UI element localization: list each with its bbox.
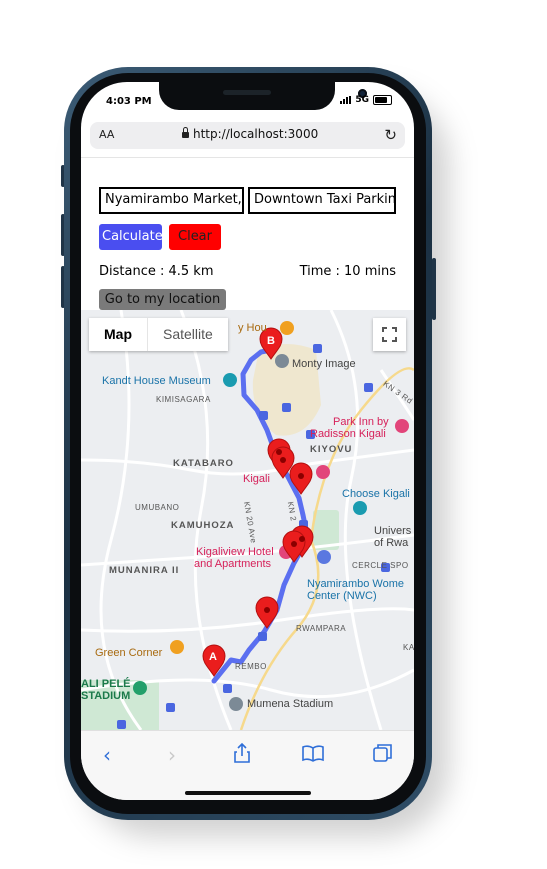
- map-label-ka: KA: [403, 643, 414, 652]
- map-label-apartments: and Apartments: [194, 558, 272, 570]
- map-label-green-corner: Green Corner: [95, 647, 163, 659]
- map-label-monty-image: Monty Image: [292, 358, 356, 370]
- map-label-radisson: Radisson Kigali: [310, 428, 386, 440]
- address-bar[interactable]: AA http://localhost:3000 ↻: [90, 122, 405, 149]
- lock-icon: [182, 127, 189, 138]
- map-label-kamuhoza: KAMUHOZA: [171, 520, 235, 531]
- map-label-pele-1: ALI PELÉ: [81, 678, 131, 690]
- map-type-control: Map Satellite: [89, 318, 228, 351]
- map-tab[interactable]: Map: [89, 318, 147, 351]
- map-label-kimisagara: KIMISAGARA: [156, 395, 211, 404]
- map-label-umubano: UMUBANO: [135, 503, 180, 512]
- status-time: 4:03 PM: [106, 96, 152, 107]
- browser-toolbar: ‹ ›: [81, 730, 414, 800]
- notch: [159, 82, 367, 110]
- network-type: 5G: [355, 95, 369, 105]
- forward-icon[interactable]: ›: [168, 743, 176, 767]
- map-label-choose-kigali: Choose Kigali: [342, 488, 410, 500]
- map-label-house: y Hou: [238, 322, 267, 334]
- side-button: [432, 258, 436, 320]
- destination-input[interactable]: Downtown Taxi Parking: [248, 187, 396, 214]
- map-label-mumena: Mumena Stadium: [247, 698, 334, 710]
- share-icon[interactable]: [232, 742, 252, 764]
- map-label-kigali: Kigali: [243, 473, 270, 485]
- go-to-location-button[interactable]: Go to my location: [99, 289, 226, 310]
- back-icon[interactable]: ‹: [103, 743, 111, 767]
- map-label-nwc-2: Center (NWC): [307, 590, 377, 602]
- map-view[interactable]: B A Map Satellite y Hou Monty Image Kand…: [81, 310, 414, 730]
- calculate-button[interactable]: Calculate: [99, 224, 163, 250]
- marker-a-label: A: [209, 651, 217, 663]
- map-label-nwc-1: Nyamirambo Wome: [307, 578, 404, 590]
- status-right: 5G: [340, 95, 392, 105]
- map-label-of-rwa: of Rwa: [374, 537, 409, 549]
- map-label-kandt-house: Kandt House Museum: [102, 375, 211, 387]
- map-label-kigaliview: Kigaliview Hotel: [196, 546, 274, 558]
- map-label-katabaro: KATABARO: [173, 458, 234, 469]
- battery-icon: [373, 95, 392, 105]
- clear-button[interactable]: Clear: [169, 224, 221, 250]
- tabs-icon[interactable]: [373, 743, 393, 763]
- map-label-munanira: MUNANIRA II: [109, 565, 180, 576]
- satellite-tab[interactable]: Satellite: [147, 318, 228, 351]
- map-label-rembo: REMBO: [235, 662, 267, 671]
- bookmarks-icon[interactable]: [302, 744, 324, 762]
- map-label-univers: Univers: [374, 525, 412, 537]
- reload-icon[interactable]: ↻: [384, 126, 397, 144]
- origin-input[interactable]: Nyamirambo Market, K: [99, 187, 244, 214]
- marker-b-label: B: [267, 335, 275, 347]
- time-text: Time : 10 mins: [299, 264, 396, 279]
- map-label-park-inn: Park Inn by: [333, 416, 389, 428]
- url-text: http://localhost:3000: [193, 127, 319, 141]
- map-label-cercle: CERCLE SPO: [352, 561, 409, 570]
- map-label-pele-2: STADIUM: [81, 690, 131, 702]
- map-label-kiyovu: KIYOVU: [310, 444, 353, 455]
- fullscreen-button[interactable]: [373, 318, 406, 351]
- speaker: [223, 90, 271, 95]
- home-indicator: [185, 791, 311, 795]
- phone-screen: 4:03 PM 5G AA http://localhost:3000 ↻ Ny…: [81, 82, 414, 800]
- reader-aa-button[interactable]: AA: [99, 128, 114, 141]
- distance-text: Distance : 4.5 km: [99, 264, 214, 279]
- page-content: Nyamirambo Market, K Downtown Taxi Parki…: [81, 158, 414, 310]
- url-display[interactable]: http://localhost:3000: [182, 127, 318, 141]
- map-label-rwampara: RWAMPARA: [296, 624, 347, 633]
- signal-icon: [340, 96, 352, 104]
- fullscreen-icon: [382, 327, 397, 342]
